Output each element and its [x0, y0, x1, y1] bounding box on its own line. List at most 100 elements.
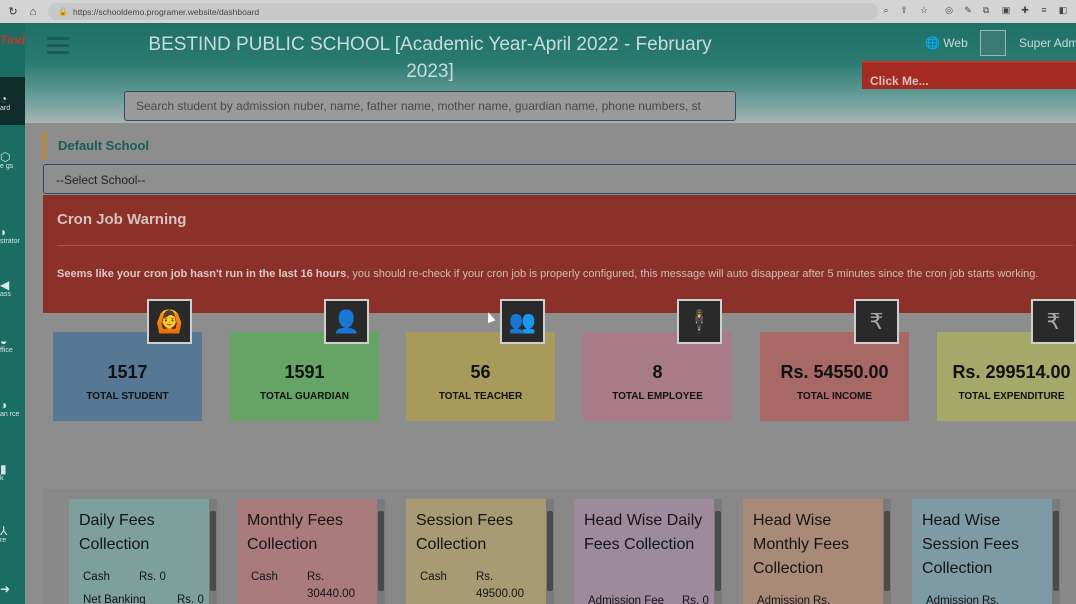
stat-card[interactable]: 1517 TOTAL STUDENT [53, 332, 202, 421]
rupee-expenditure-icon: ₹ [1031, 299, 1076, 344]
user-icon: ⅄ [0, 524, 8, 538]
stat-value: 8 [652, 362, 663, 382]
warning-message-bold: Seems like your cron job hasn't run in t… [57, 268, 347, 280]
sidebar-item-settings[interactable]: ⬡ e gs [0, 151, 25, 170]
book-icon: ▮ [0, 462, 7, 476]
fee-row-amount: Rs. 30440.00 [307, 571, 355, 600]
warning-message-text: , you should re-check if your cron job i… [346, 268, 1039, 280]
reading-list-icon[interactable]: ≡ [1038, 4, 1050, 16]
avatar[interactable] [980, 30, 1006, 56]
sidebar: Tind ◔ ard ⬡ e gs ◗ strator ◀ ass ◒ ffic… [0, 23, 25, 604]
share-icon[interactable]: ⇪ [898, 4, 910, 16]
fee-card-scrollbar[interactable] [883, 499, 891, 604]
translate-extension-icon[interactable]: ⧉ [980, 4, 992, 16]
sidebar-item-human-resource[interactable]: ◑ an rce [0, 399, 25, 418]
click-me-button[interactable]: Click Me... [862, 61, 1076, 89]
zoom-icon[interactable]: ⌕ [880, 4, 892, 16]
dashboard-icon: ◔ [0, 92, 8, 106]
employee-icon: 🕴 [677, 299, 722, 344]
stat-label: TOTAL INCOME [797, 391, 872, 402]
sidebar-item-book[interactable]: ▮ k [0, 463, 25, 482]
menu-toggle-icon[interactable] [47, 37, 69, 54]
sidebar-item-label: ard [0, 105, 11, 112]
screen-extension-icon[interactable]: ▣ [1000, 4, 1012, 16]
sidebar-item-dashboard[interactable]: ◔ ard [0, 77, 25, 125]
sidebar-item-administrator[interactable]: ◗ strator [0, 226, 25, 245]
address-bar[interactable]: 🔒 https://schooldemo.programer.website/d… [48, 3, 878, 20]
stat-label: TOTAL EXPENDITURE [958, 391, 1065, 402]
fee-card-scrollbar[interactable] [714, 499, 722, 604]
fee-row-label: Cash [420, 571, 447, 583]
rupee-income-icon: ₹ [854, 299, 899, 344]
class-icon: ◀ [0, 278, 10, 292]
lock-icon: 🔒 [58, 7, 68, 16]
fee-card-title: Head Wise Session Fees Collection [922, 512, 1019, 577]
stat-label: TOTAL TEACHER [438, 391, 523, 402]
fee-card-title: Monthly Fees Collection [247, 512, 344, 553]
fee-row-label: Admission [926, 595, 980, 604]
fee-card-title: Head Wise Daily Fees Collection [584, 512, 703, 553]
search-input[interactable]: Search student by admission nuber, name,… [124, 91, 736, 121]
fee-row-amount: Rs. [982, 595, 1000, 604]
stat-card[interactable]: 1591 TOTAL GUARDIAN [230, 332, 379, 421]
bookmark-star-icon[interactable]: ☆ [918, 4, 930, 16]
sidebar-item-class[interactable]: ◀ ass [0, 279, 25, 298]
sidebar-item-office[interactable]: ◒ ffice [0, 335, 25, 354]
arrow-icon: ➜ [0, 582, 11, 596]
stat-card[interactable]: 8 TOTAL EMPLOYEE [583, 332, 732, 421]
scrollbar-thumb[interactable] [378, 511, 384, 591]
cron-warning-alert: Cron Job Warning Seems like your cron jo… [43, 195, 1076, 313]
logo: Tind [0, 33, 25, 47]
fee-collection-card: Session Fees Collection Cash Rs. 49500.00 [406, 499, 546, 604]
fee-card-title: Head Wise Monthly Fees Collection [753, 512, 850, 577]
reload-icon[interactable]: ↻ [6, 5, 20, 19]
pen-extension-icon[interactable]: ✎ [962, 4, 974, 16]
settings-icon: ⬡ [0, 150, 11, 164]
scrollbar-thumb[interactable] [715, 511, 721, 591]
stat-value: 1517 [107, 362, 148, 382]
fee-collection-card: Monthly Fees Collection Cash Rs. 30440.00 [237, 499, 377, 604]
fee-row-amount: Rs. 0 [139, 571, 166, 583]
sidebar-item-label: re [0, 537, 7, 544]
school-select-value: --Select School-- [56, 173, 146, 187]
fee-card-title: Daily Fees Collection [79, 512, 155, 553]
page-title: BESTIND PUBLIC SCHOOL [Academic Year-Apr… [148, 34, 712, 82]
sidebar-item-label: ffice [0, 347, 13, 354]
scrollbar-thumb[interactable] [210, 511, 216, 591]
globe-icon: 🌐 [925, 36, 940, 50]
scrollbar-thumb[interactable] [547, 511, 553, 591]
scrollbar-thumb[interactable] [1053, 511, 1059, 591]
warning-message: Seems like your cron job hasn't run in t… [57, 265, 1067, 283]
fee-collection-card: Daily Fees Collection Cash Rs. 0 Net Bankin… [69, 499, 209, 604]
side-panel-icon[interactable]: ◧ [1057, 4, 1069, 16]
sidebar-item-label: an rce [0, 411, 20, 418]
main-content: Default School --Select School-- ▾ Cron … [25, 123, 1076, 604]
fee-card-scrollbar[interactable] [546, 499, 554, 604]
sidebar-item-user[interactable]: ⅄ re [0, 525, 25, 544]
fee-card-scrollbar[interactable] [209, 499, 217, 604]
teacher-icon: 👥 [500, 299, 545, 344]
scrollbar-thumb[interactable] [884, 511, 890, 591]
sidebar-item-more[interactable]: ➜ [0, 583, 25, 595]
fee-card-scrollbar[interactable] [1052, 499, 1060, 604]
fee-card-scrollbar[interactable] [377, 499, 385, 604]
fee-row-amount: Rs. 0 [682, 595, 709, 604]
fee-row-label: Cash [83, 571, 110, 583]
stat-card[interactable]: Rs. 299514.00 TOTAL EXPENDITURE [937, 332, 1076, 421]
warning-divider [57, 245, 1073, 246]
web-link[interactable]: 🌐 Web [925, 36, 968, 50]
stat-card[interactable]: 56 TOTAL TEACHER [406, 332, 555, 421]
school-select[interactable]: --Select School-- ▾ [43, 164, 1076, 194]
fee-row-label: Admission Fee [588, 595, 665, 604]
fee-row-label: Admission [757, 595, 811, 604]
puzzle-icon[interactable]: ✚ [1019, 4, 1031, 16]
extension-icon[interactable]: ◎ [943, 4, 955, 16]
header: BESTIND PUBLIC SCHOOL [Academic Year-Apr… [25, 23, 1076, 123]
user-menu[interactable]: Super Adm [1019, 36, 1076, 50]
home-icon[interactable]: ⌂ [26, 5, 40, 19]
stat-card[interactable]: Rs. 54550.00 TOTAL INCOME [760, 332, 909, 421]
fee-row-label: Net Banking [83, 594, 146, 604]
sidebar-item-label: e gs [0, 163, 14, 170]
fee-row-label: Cash [251, 571, 278, 583]
fee-row-amount: Rs. [813, 595, 831, 604]
